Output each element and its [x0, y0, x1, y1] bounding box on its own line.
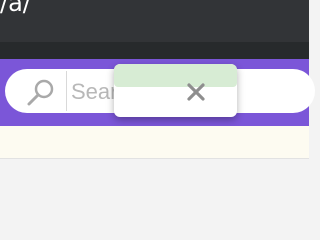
browser-top-bar: /a/: [0, 0, 309, 42]
url-fragment: /a/: [0, 0, 31, 17]
clear-search-button[interactable]: [184, 80, 208, 104]
search-separator: [66, 71, 67, 111]
page-content: [0, 126, 309, 205]
toolbar-strip: [0, 42, 309, 59]
card-header: [114, 64, 237, 87]
magnifier-icon: [27, 79, 54, 106]
drag-preview-card[interactable]: [114, 64, 237, 117]
notice-strip: [0, 126, 309, 159]
divider: [0, 158, 309, 159]
close-icon: [187, 83, 205, 101]
